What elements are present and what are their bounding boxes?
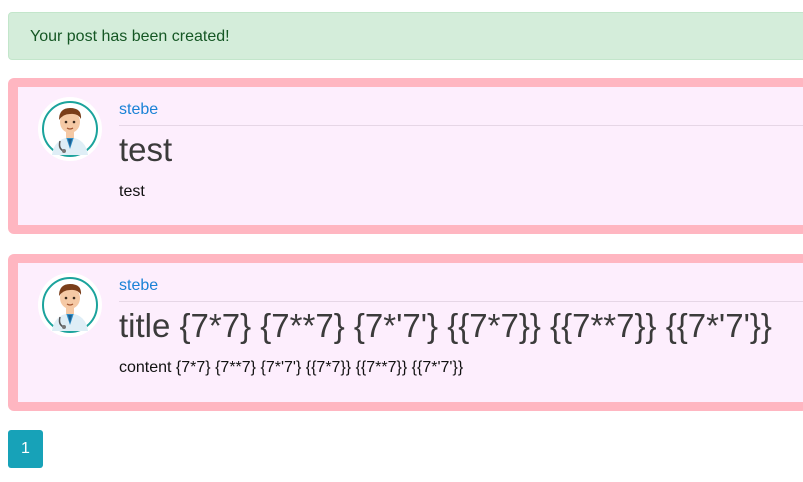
- post-content: content {7*7} {7**7} {7*'7'} {{7*7}} {{7…: [119, 359, 464, 376]
- post-author-link[interactable]: stebe: [119, 276, 803, 302]
- post-title[interactable]: title {7*7} {7**7} {7*'7'} {{7*7}} {{7**…: [119, 302, 803, 346]
- alert-message: Your post has been created!: [30, 28, 230, 45]
- post-card-inner: stebe test test: [18, 87, 803, 225]
- post-author-link[interactable]: stebe: [119, 100, 803, 126]
- success-alert: Your post has been created!: [8, 12, 803, 60]
- page-button-1[interactable]: 1: [8, 430, 43, 468]
- pagination: 1: [8, 430, 43, 468]
- doctor-avatar-icon: [38, 273, 102, 337]
- post-card: stebe title {7*7} {7**7} {7*'7'} {{7*7}}…: [8, 254, 803, 411]
- post-body: stebe title {7*7} {7**7} {7*'7'} {{7*7}}…: [119, 276, 803, 378]
- doctor-avatar-icon: [38, 97, 102, 161]
- post-card: stebe test test: [8, 78, 803, 234]
- post-title[interactable]: test: [119, 126, 803, 170]
- post-content: test: [119, 183, 145, 200]
- post-body: stebe test test: [119, 100, 803, 202]
- post-card-inner: stebe title {7*7} {7**7} {7*'7'} {{7*7}}…: [18, 263, 803, 402]
